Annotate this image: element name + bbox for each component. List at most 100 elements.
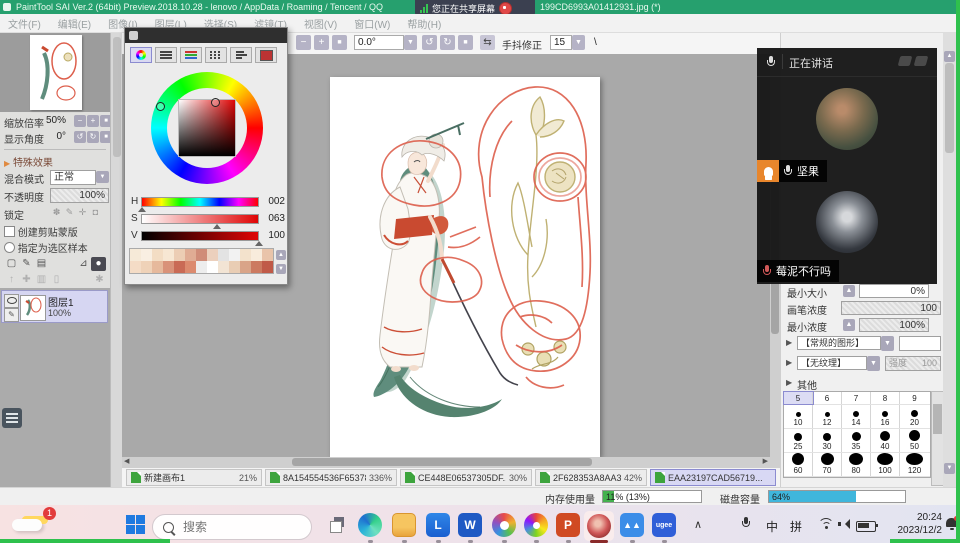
right-panel-scrollbar[interactable]: ▲ ▼ — [943, 33, 956, 487]
scroll-left-icon[interactable]: ◀ — [124, 457, 129, 467]
menu-item-8[interactable]: 窗口(W) — [354, 16, 390, 31]
brush-size-120[interactable]: 120 — [900, 453, 929, 476]
scroll-right-icon[interactable]: ▶ — [763, 457, 768, 467]
nav-rotate-ccw-button[interactable]: ↺ — [74, 131, 86, 143]
texture-select[interactable]: 【无纹理】 — [797, 356, 867, 370]
document-tab-3[interactable]: CE448E06537305DF...30% — [400, 469, 532, 486]
special-effects-header[interactable]: ▶ 特殊效果 — [0, 153, 110, 168]
zoom-reset-button[interactable]: ■ — [332, 35, 347, 50]
file-explorer-icon[interactable] — [392, 513, 416, 537]
menu-item-2[interactable]: 编辑(E) — [58, 16, 91, 31]
selection-sample-radio[interactable] — [4, 242, 15, 253]
duplicate-layer-icon[interactable]: ▥ — [34, 273, 49, 287]
qq-overlay-header[interactable]: 正在讲话 — [757, 48, 937, 77]
brush-size-16[interactable]: 16 — [871, 405, 900, 428]
texture-dropdown[interactable]: ▼ — [867, 356, 880, 371]
qq-header-action-icons[interactable] — [899, 56, 927, 66]
selection-sample-row[interactable]: 指定为选区样本 — [0, 239, 110, 254]
qq-avatar-button[interactable] — [584, 511, 614, 541]
mask-icon[interactable]: ● — [91, 257, 106, 271]
brush-size-35[interactable]: 35 — [842, 429, 871, 452]
member-avatar-1[interactable] — [816, 88, 878, 150]
value-slider[interactable] — [141, 231, 259, 241]
shape-expand-icon[interactable]: ▶ — [786, 338, 792, 347]
min-density-value[interactable]: 100% — [859, 318, 929, 332]
delete-layer-icon[interactable]: ▯ — [49, 273, 64, 287]
menu-item-1[interactable]: 文件(F) — [8, 16, 41, 31]
wifi-icon[interactable] — [818, 518, 834, 530]
hue-slider[interactable] — [141, 197, 259, 207]
blend-mode-dropdown[interactable]: ▼ — [96, 171, 109, 183]
min-size-value[interactable]: 0% — [859, 284, 929, 298]
stabilizer-dropdown[interactable]: ▼ — [572, 35, 585, 50]
ime-pinyin-indicator[interactable]: 拼 — [790, 518, 802, 535]
rotate-reset-button[interactable]: ■ — [458, 35, 473, 50]
tray-mic-icon[interactable] — [742, 517, 750, 532]
canvas-artwork[interactable] — [330, 77, 600, 457]
hue-marker[interactable] — [156, 102, 165, 111]
new-layer-icon[interactable]: ▢ — [4, 257, 19, 271]
swatch-15[interactable] — [141, 261, 152, 273]
lock-all-icon[interactable]: ◘ — [89, 206, 102, 219]
color-panel-titlebar[interactable] — [125, 28, 287, 43]
swatch-26[interactable] — [262, 261, 273, 273]
ugee-icon[interactable]: ugee — [652, 513, 676, 537]
edge-icon[interactable] — [358, 513, 382, 537]
tab-color-wheel[interactable] — [130, 47, 152, 63]
swatch-14[interactable] — [130, 261, 141, 273]
blend-mode-select[interactable]: 正常 — [50, 170, 96, 185]
document-tab-2[interactable]: 8A154554536F65378...336% — [265, 469, 397, 486]
taskbar-clock[interactable]: 20:24 2023/12/2 — [884, 511, 942, 537]
swatch-17[interactable] — [163, 261, 174, 273]
flip-button[interactable]: ⇆ — [480, 35, 495, 50]
min-density-pressure-button[interactable]: ▲ — [843, 319, 855, 331]
document-tab-5[interactable]: EAA23197CAD56719... — [650, 469, 776, 486]
line-tool-icon[interactable]: \ — [594, 37, 597, 48]
tab-rgb-sliders[interactable] — [180, 47, 202, 63]
swatch-7[interactable] — [196, 249, 207, 261]
angle-dropdown[interactable]: ▼ — [404, 35, 417, 50]
brush-size-14[interactable]: 14 — [842, 405, 871, 428]
task-view-button[interactable] — [330, 517, 346, 531]
lock-pen-icon[interactable]: ✎ — [63, 206, 76, 219]
menu-item-7[interactable]: 视图(V) — [304, 16, 337, 31]
swatch-4[interactable] — [163, 249, 174, 261]
swatch-23[interactable] — [229, 261, 240, 273]
brush-size-60[interactable]: 60 — [784, 453, 813, 476]
others-row[interactable]: ▶ 其他 — [781, 376, 957, 392]
swatch-3[interactable] — [152, 249, 163, 261]
saturation-value-square[interactable] — [179, 100, 235, 156]
start-button[interactable] — [126, 515, 145, 534]
panel-menu-button[interactable] — [2, 408, 22, 428]
swatch-8[interactable] — [207, 249, 218, 261]
brush-size-10[interactable]: 10 — [784, 405, 813, 428]
brush-shape-dropdown[interactable]: ▼ — [881, 336, 894, 351]
mountain-app-icon[interactable]: ▲▲ — [620, 513, 644, 537]
transform-icon[interactable]: ⊿ — [76, 257, 91, 271]
swatch-19[interactable] — [185, 261, 196, 273]
zoom-out-button[interactable]: − — [296, 35, 311, 50]
speaker-icon[interactable] — [838, 519, 850, 529]
navigator[interactable] — [0, 33, 110, 112]
brush-size-80[interactable]: 80 — [842, 453, 871, 476]
brush-size-8[interactable]: 8 — [871, 392, 900, 404]
swatch-20[interactable] — [196, 261, 207, 273]
scrollbar-up-button[interactable]: ▲ — [944, 51, 955, 62]
swatch-6[interactable] — [185, 249, 196, 261]
weather-widget[interactable]: 1 — [8, 511, 56, 539]
layer-visibility-toggle[interactable] — [4, 294, 19, 308]
swatch-scroll-down[interactable]: ▼ — [276, 264, 286, 274]
swatch-9[interactable] — [218, 249, 229, 261]
sv-marker[interactable] — [211, 98, 220, 107]
lock-transparency-icon[interactable]: ✽ — [50, 206, 63, 219]
tab-numeric[interactable] — [230, 47, 252, 63]
document-tab-4[interactable]: 2F628353A8AA30BA...42% — [535, 469, 647, 486]
canvas-hscrollbar[interactable]: ◀ ▶ — [122, 457, 780, 467]
texture-expand-icon[interactable]: ▶ — [786, 358, 792, 367]
member-avatar-2[interactable] — [816, 191, 878, 253]
swatch-25[interactable] — [251, 261, 262, 273]
qq-icon[interactable] — [492, 513, 516, 537]
layer-row-selected[interactable]: ✎ 图层1 100% — [1, 290, 108, 323]
min-size-pressure-button[interactable]: ▲ — [843, 285, 855, 297]
canvas-page[interactable] — [330, 77, 600, 457]
